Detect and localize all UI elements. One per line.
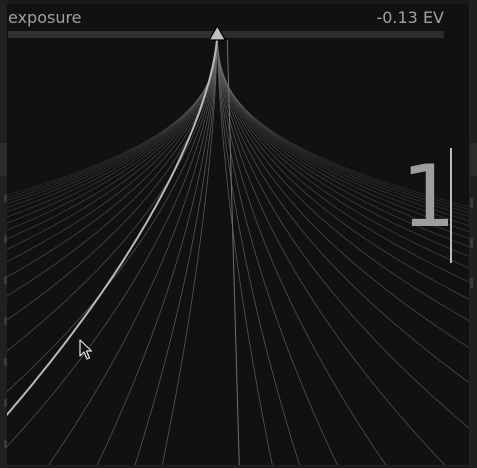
fine-tune-guide-curve (216, 34, 300, 465)
fine-tune-guide-curve (7, 33, 218, 297)
fine-tune-guide-curve (216, 33, 469, 283)
fine-tune-guide-curve (7, 33, 218, 240)
fine-tune-guide-curve (216, 34, 469, 227)
text-input-cursor (450, 148, 452, 263)
fine-tune-guide-curve (7, 34, 218, 199)
fine-tune-guide-curve (216, 33, 469, 269)
fine-tune-guide-curve (7, 33, 218, 224)
fine-tune-guide-curve (216, 34, 469, 233)
fine-tune-guide-curve (7, 33, 218, 448)
underlying-widget-edge (470, 278, 473, 288)
fine-tune-guide-curve (216, 34, 469, 239)
fine-tune-guide-curve (216, 34, 273, 465)
slider-fine-tune-popup[interactable]: exposure -0.13 EV 1 (7, 4, 470, 466)
fine-tune-scale-digit: 1 (401, 147, 456, 247)
slider-position-triangle-icon[interactable] (208, 24, 227, 41)
underlying-widget-edge (470, 238, 473, 248)
fine-tune-guide-curve (216, 34, 469, 222)
fine-tune-guide-curve (216, 33, 446, 465)
fine-tune-guide-curve (216, 34, 469, 210)
fine-tune-guide-curves-right (216, 33, 469, 465)
fine-tune-guide-curves-left (7, 33, 218, 465)
fine-tune-guide-curve (7, 33, 218, 205)
fine-tune-guide-curve (7, 33, 218, 201)
fine-tune-guide-curve (216, 33, 469, 349)
fine-tune-guide-curve (7, 33, 218, 231)
fine-tune-guide-curve (216, 34, 469, 248)
fine-tune-guide-curve (7, 33, 218, 278)
fine-tune-guide-curve (7, 33, 218, 321)
fine-tune-guide-curve (216, 34, 469, 208)
fine-tune-guide-curve (216, 33, 469, 383)
fine-tune-main-curve[interactable] (7, 33, 219, 465)
fine-tune-guide-curve (7, 33, 218, 208)
underlying-panel-right (469, 0, 477, 468)
fine-tune-guide-curve (7, 33, 218, 263)
fine-tune-guide-curve (7, 33, 218, 393)
fine-tune-guide-curve (216, 33, 469, 429)
fine-tune-guide-curve (216, 34, 469, 214)
fine-tune-guide-curve (216, 33, 469, 257)
fine-tune-curve-area[interactable] (7, 4, 469, 465)
fine-tune-guide-curve (7, 33, 218, 250)
darkroom-app-background: exposure -0.13 EV 1 (0, 0, 477, 468)
fine-tune-guide-curve (134, 33, 218, 465)
fine-tune-guide-curve (216, 34, 469, 217)
fine-tune-guide-curve (7, 33, 218, 352)
fine-tune-guide-curve (48, 33, 218, 465)
fine-tune-guide-curve (161, 33, 218, 465)
fine-tune-guide-curve (216, 33, 387, 465)
fine-tune-guide-curve (7, 33, 218, 218)
mouse-pointer-icon (79, 339, 93, 360)
fine-tune-guide-curve (216, 33, 469, 322)
underlying-header-band-right (469, 143, 477, 176)
underlying-widget-edge (470, 198, 473, 208)
fine-tune-guide-curve (7, 33, 218, 213)
fine-tune-guide-curve (7, 34, 218, 196)
fine-tune-guide-curve (216, 33, 469, 300)
